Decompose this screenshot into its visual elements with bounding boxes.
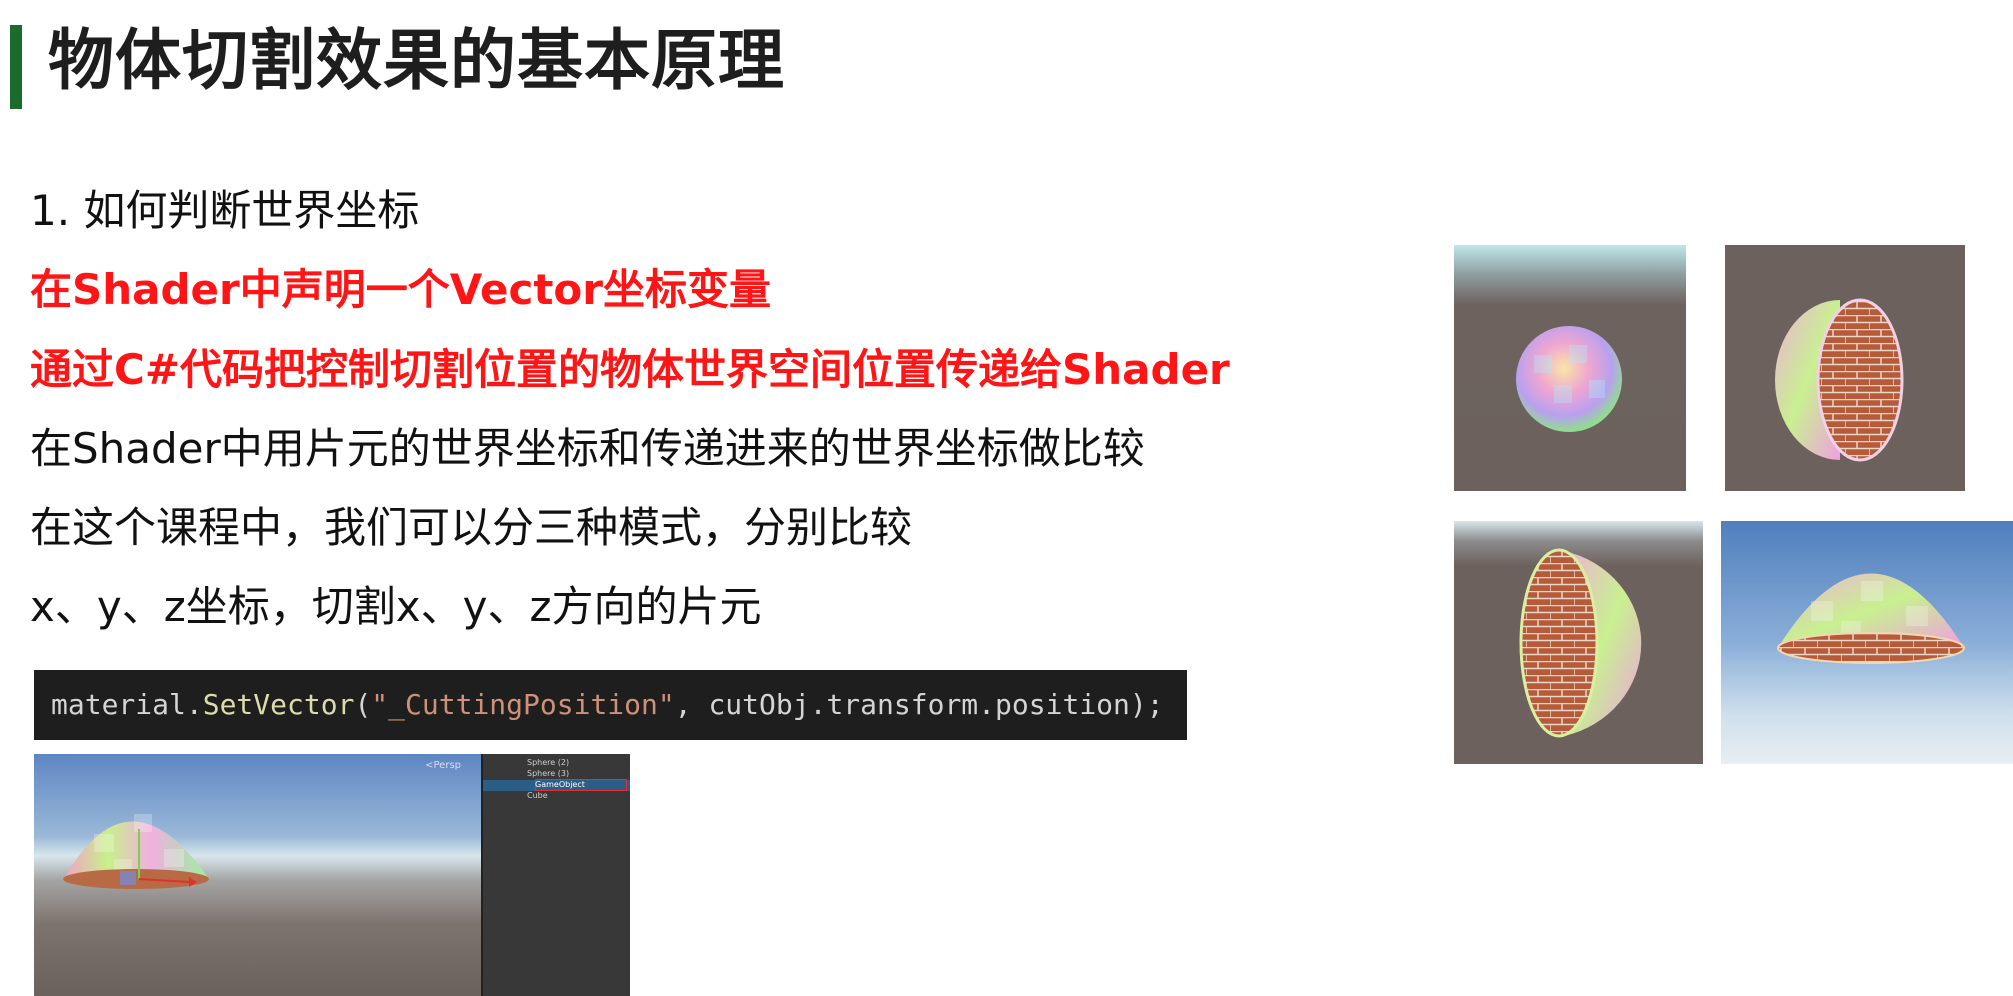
hierarchy-panel: Sphere (2) Sphere (3) GameObject Cube [481,754,630,996]
hierarchy-item-selected[interactable]: GameObject [535,780,585,789]
cut-y-render [1721,521,2013,764]
point-modes: 在这个课程中，我们可以分三种模式，分别比较 [30,503,913,552]
perspective-label: <Persp [425,760,461,771]
point-pass-position: 通过C#代码把控制切割位置的物体世界空间位置传递给Shader [30,345,1230,394]
code-method: SetVector [202,688,355,721]
slide-title: 物体切割效果的基本原理 [48,22,785,99]
code-object: material. [51,688,203,721]
hierarchy-item[interactable]: Cube [527,791,548,800]
scene-view: <Persp [34,754,481,996]
hierarchy-item[interactable]: Sphere (2) [527,758,569,767]
unity-editor-screenshot: <Persp Sphere (2) Sphere (3) GameObject … [34,754,630,996]
hierarchy-item[interactable]: Sphere (3) [527,769,569,778]
cut-z-render [1454,521,1703,764]
cut-x-render [1725,245,1965,491]
full-sphere-render [1454,245,1686,491]
code-snippet: material.SetVector("_CuttingPosition", c… [34,670,1187,740]
code-args: , cutObj.transform.position); [674,688,1164,721]
code-string: "_CuttingPosition" [371,688,675,721]
code-paren: ( [354,688,372,721]
title-accent-bar [10,25,22,109]
point-compare: 在Shader中用片元的世界坐标和传递进来的世界坐标做比较 [30,424,1145,473]
point-declare-vector: 在Shader中声明一个Vector坐标变量 [30,265,771,314]
point-heading: 1. 如何判断世界坐标 [30,186,420,235]
point-axes: x、y、z坐标，切割x、y、z方向的片元 [30,582,762,631]
